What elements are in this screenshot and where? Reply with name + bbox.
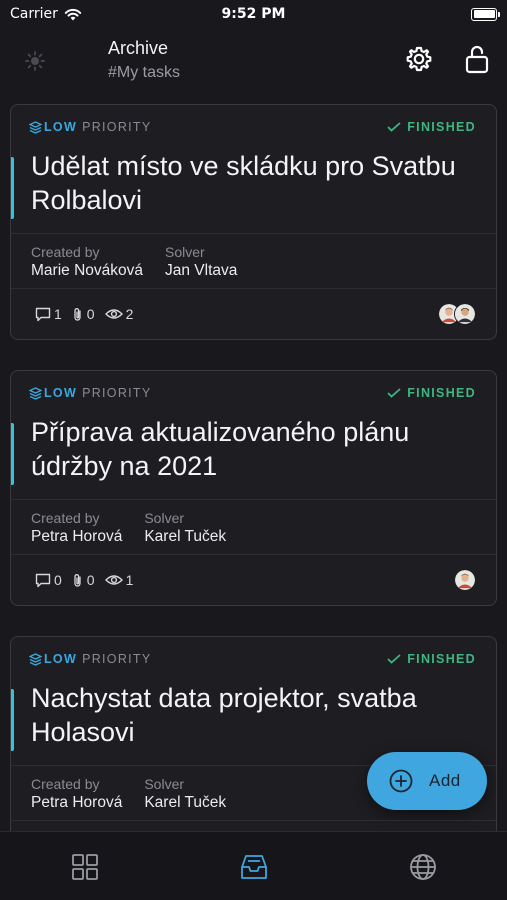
grid-icon — [71, 854, 98, 880]
solver: Solver Karel Tuček — [144, 776, 227, 811]
avatar — [454, 303, 476, 325]
battery-icon — [471, 7, 500, 21]
priority-badge: LOW PRIORITY — [29, 386, 152, 400]
created-by: Created by Petra Horová — [31, 510, 123, 545]
wifi-icon — [64, 8, 82, 20]
status-badge: FINISHED — [387, 386, 476, 400]
priority-badge: LOW PRIORITY — [29, 120, 152, 134]
eye-icon — [104, 309, 123, 319]
header: Archive #My tasks — [0, 30, 507, 92]
solver: Solver Jan Vltava — [165, 244, 238, 279]
status-badge: FINISHED — [387, 120, 476, 134]
created-by: Created by Marie Nováková — [31, 244, 143, 279]
task-title: Udělat místo ve skládku pro Svatbu Rolba… — [31, 151, 456, 215]
task-card[interactable]: LOW PRIORITY FINISHED Nachystat data pro… — [10, 636, 497, 846]
comment-icon — [35, 573, 51, 587]
checkmark-icon — [387, 388, 401, 398]
inbox-icon — [240, 855, 267, 879]
paperclip-icon — [74, 573, 81, 587]
tab-globe[interactable] — [408, 852, 438, 882]
task-card[interactable]: LOW PRIORITY FINISHED Příprava aktualizo… — [10, 370, 497, 606]
task-title: Příprava aktualizovaného plánu údržby na… — [31, 417, 410, 481]
comment-icon — [35, 307, 51, 321]
page-title: Archive — [108, 38, 169, 58]
comments-count: 0 — [35, 572, 62, 588]
title-accent-bar — [11, 689, 14, 751]
attachments-count: 0 — [72, 572, 95, 588]
priority-badge: LOW PRIORITY — [29, 652, 152, 666]
attachments-count: 0 — [72, 306, 95, 322]
paperclip-icon — [74, 307, 81, 321]
task-card[interactable]: LOW PRIORITY FINISHED Udělat místo ve sk… — [10, 104, 497, 340]
sun-icon[interactable] — [24, 50, 46, 72]
solver: Solver Karel Tuček — [144, 510, 227, 545]
plus-circle-icon — [389, 769, 413, 793]
divider — [11, 820, 496, 821]
tab-archive[interactable] — [239, 852, 269, 882]
carrier-label: Carrier — [10, 6, 58, 22]
layers-icon — [29, 386, 42, 400]
comments-count: 1 — [35, 306, 62, 322]
status-badge: FINISHED — [387, 652, 476, 666]
title-accent-bar — [11, 157, 14, 219]
avatar — [454, 569, 476, 591]
assignee-avatars — [438, 303, 476, 325]
layers-icon — [29, 652, 42, 666]
bottom-tab-bar — [0, 831, 507, 900]
layers-icon — [29, 120, 42, 134]
task-title: Nachystat data projektor, svatba Holasov… — [31, 683, 417, 747]
views-count: 1 — [104, 572, 133, 588]
created-by: Created by Petra Horová — [31, 776, 123, 811]
status-bar: Carrier 9:52 PM — [0, 0, 507, 28]
globe-icon — [409, 854, 436, 880]
eye-icon — [104, 575, 123, 585]
gear-icon[interactable] — [405, 45, 433, 73]
unlock-icon[interactable] — [464, 44, 490, 74]
add-button-label: Add — [429, 771, 461, 790]
title-accent-bar — [11, 423, 14, 485]
assignee-avatars — [454, 569, 476, 591]
tab-dashboard[interactable] — [70, 852, 100, 882]
add-task-button[interactable]: Add — [367, 752, 487, 810]
checkmark-icon — [387, 122, 401, 132]
page-subtitle: #My tasks — [108, 64, 181, 81]
checkmark-icon — [387, 654, 401, 664]
views-count: 2 — [104, 306, 133, 322]
